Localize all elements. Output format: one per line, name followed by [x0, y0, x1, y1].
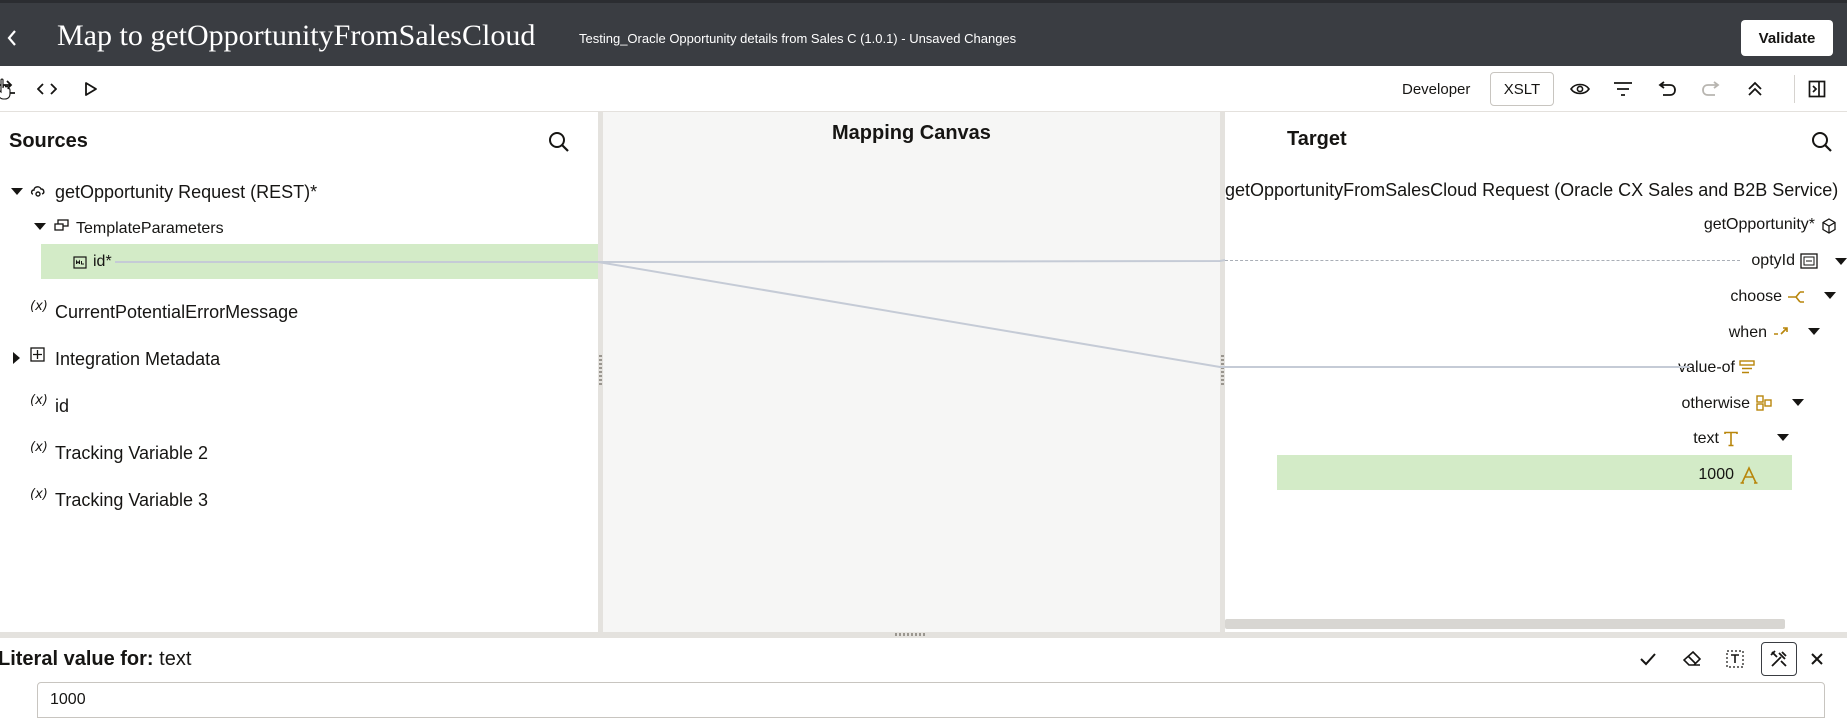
literal-editor-panel: Literal value for: text [0, 638, 1847, 718]
tools-button[interactable] [1761, 642, 1797, 676]
tools-icon [1770, 650, 1787, 667]
clear-button[interactable] [1674, 642, 1710, 676]
check-icon [1640, 653, 1656, 666]
close-button[interactable] [1799, 642, 1835, 676]
literal-editor-label: Literal value for: text [0, 648, 192, 670]
close-icon [1811, 653, 1823, 665]
literal-value-input[interactable] [37, 682, 1825, 718]
expression-mode-button[interactable] [1717, 642, 1753, 676]
text-frame-icon [1726, 650, 1744, 668]
apply-button[interactable] [1630, 642, 1666, 676]
mapping-line-id-to-value-of [597, 261, 1690, 368]
eraser-icon [1683, 651, 1701, 666]
mapping-line-id-to-optyid [115, 259, 1226, 263]
mapping-lines [115, 259, 1690, 368]
